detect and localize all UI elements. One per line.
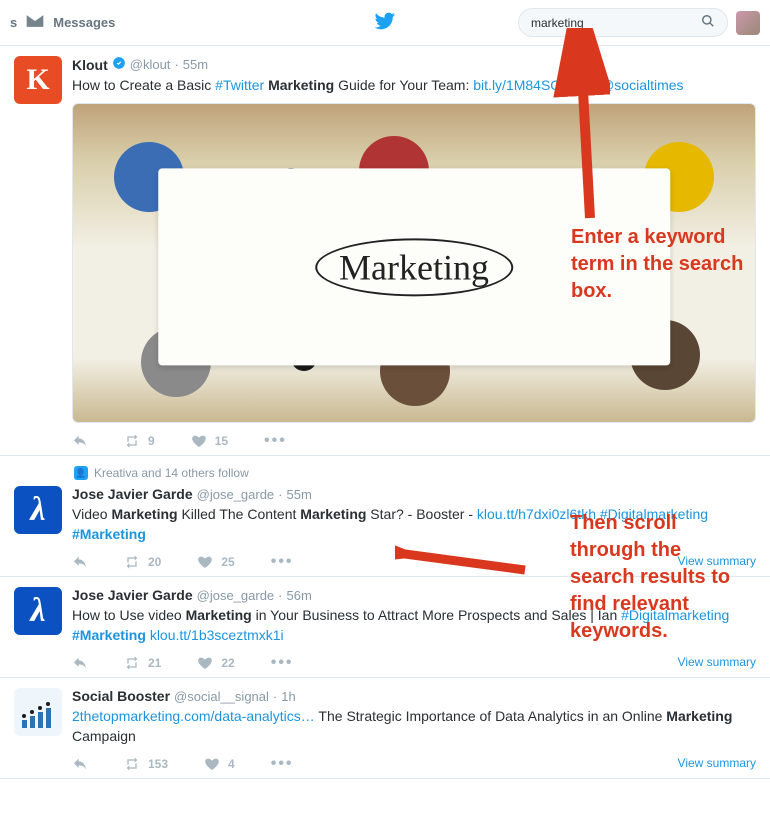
partial-tab-label: s: [10, 15, 17, 30]
media-word: Marketing: [315, 238, 513, 296]
retweet-button[interactable]: 20: [124, 554, 161, 570]
top-nav: s Messages: [0, 0, 770, 46]
search-icon[interactable]: [701, 14, 715, 31]
like-button[interactable]: 4: [204, 756, 235, 772]
display-name[interactable]: Klout: [72, 57, 108, 73]
handle[interactable]: @social__signal: [174, 689, 269, 704]
reply-button[interactable]: [72, 655, 88, 671]
verified-icon: [112, 56, 126, 73]
more-button[interactable]: •••: [264, 437, 287, 445]
profile-avatar[interactable]: [736, 11, 760, 35]
avatar[interactable]: λ: [14, 587, 62, 635]
tweet-actions: 21 22 •••: [72, 655, 756, 671]
more-button[interactable]: •••: [271, 659, 294, 667]
avatar[interactable]: K: [14, 56, 62, 104]
reply-button[interactable]: [72, 433, 88, 449]
view-summary-link[interactable]: View summary: [678, 655, 756, 669]
like-button[interactable]: 15: [191, 433, 228, 449]
person-icon: 👤: [74, 466, 88, 480]
display-name[interactable]: Social Booster: [72, 688, 170, 704]
reply-button[interactable]: [72, 756, 88, 772]
annotation-results: Then scroll through the search results t…: [570, 510, 740, 645]
retweet-button[interactable]: 153: [124, 756, 168, 772]
tweet-actions: 153 4 •••: [72, 756, 756, 772]
more-button[interactable]: •••: [271, 558, 294, 566]
timeline: K Klout @klout · 55m How to Create a Bas…: [0, 46, 770, 779]
nav-left: s Messages: [10, 11, 115, 34]
tweet-actions: 9 15 •••: [72, 433, 756, 449]
messages-label[interactable]: Messages: [53, 15, 115, 30]
annotation-search: Enter a keyword term in the search box.: [571, 224, 746, 305]
avatar[interactable]: λ: [14, 486, 62, 534]
handle[interactable]: @klout: [130, 57, 171, 72]
like-button[interactable]: 25: [197, 554, 234, 570]
timestamp[interactable]: 56m: [287, 588, 312, 603]
messages-icon[interactable]: [25, 11, 45, 34]
more-button[interactable]: •••: [271, 760, 294, 768]
handle[interactable]: @jose_garde: [197, 588, 275, 603]
avatar[interactable]: [14, 688, 62, 736]
retweet-button[interactable]: 21: [124, 655, 161, 671]
view-summary-link[interactable]: View summary: [678, 756, 756, 770]
display-name[interactable]: Jose Javier Garde: [72, 486, 193, 502]
reply-button[interactable]: [72, 554, 88, 570]
tweet-text: 2thetopmarketing.com/data-analytics… The…: [72, 706, 756, 746]
arrow-icon: [395, 540, 535, 580]
tweet[interactable]: Social Booster @social__signal · 1h 2the…: [0, 678, 770, 779]
retweet-button[interactable]: 9: [124, 433, 155, 449]
tweet-text: How to Create a Basic #Twitter Marketing…: [72, 75, 756, 95]
handle[interactable]: @jose_garde: [197, 487, 275, 502]
timestamp[interactable]: 55m: [287, 487, 312, 502]
like-button[interactable]: 22: [197, 655, 234, 671]
timestamp[interactable]: 1h: [281, 689, 295, 704]
arrow-icon: [550, 28, 610, 228]
display-name[interactable]: Jose Javier Garde: [72, 587, 193, 603]
social-context: 👤 Kreativa and 14 others follow: [74, 466, 770, 480]
twitter-logo-icon[interactable]: [374, 10, 396, 35]
timestamp[interactable]: 55m: [183, 57, 208, 72]
